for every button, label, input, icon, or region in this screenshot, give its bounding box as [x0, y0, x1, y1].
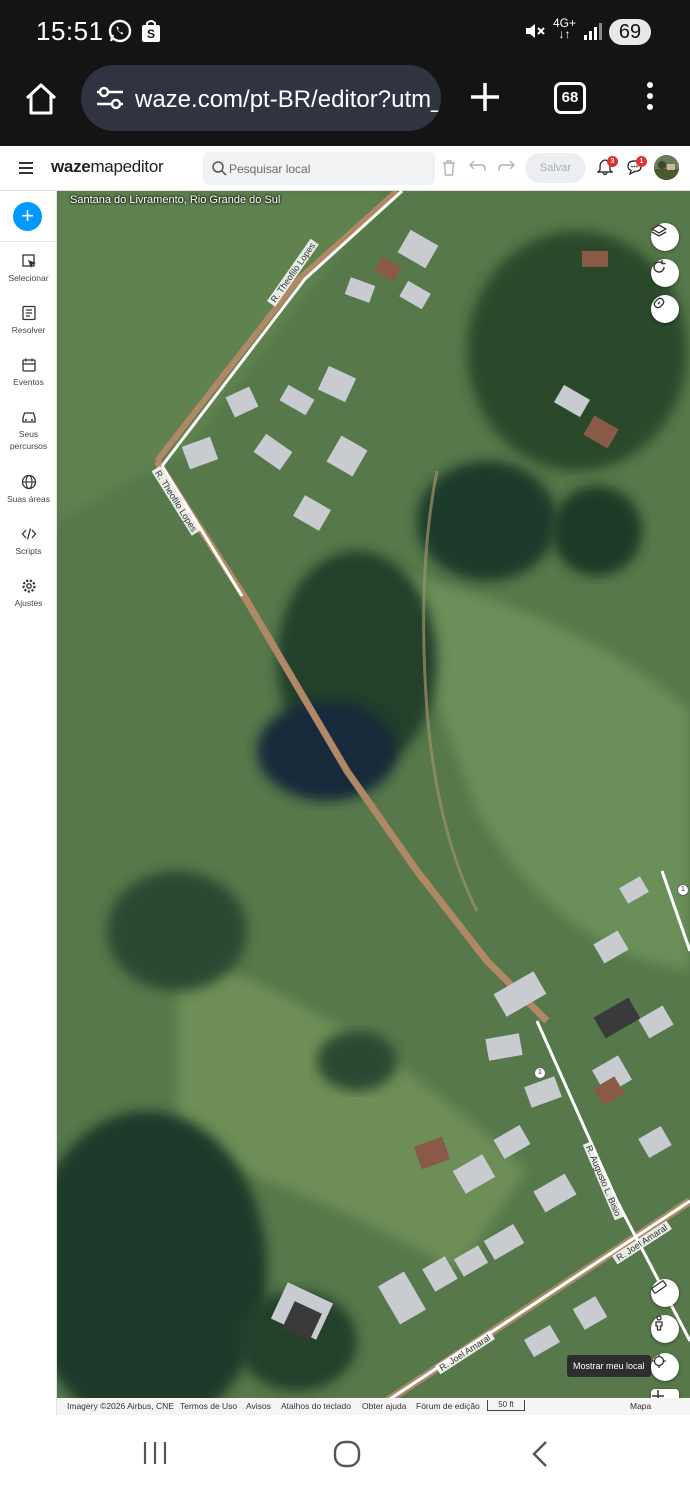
- status-bar: 15:51 S 4G+ ↓↑ 69: [0, 0, 690, 60]
- forum-link[interactable]: Fórum de edição: [416, 1401, 480, 1411]
- car-icon: [21, 409, 37, 425]
- select-icon: [21, 253, 37, 269]
- settings-icon: [21, 578, 37, 594]
- sidebar-item-resolve[interactable]: Resolver: [0, 305, 57, 336]
- messages-badge: 1: [636, 156, 647, 167]
- sidebar-item-events[interactable]: Eventos: [0, 357, 57, 388]
- system-nav-bar: [0, 1415, 690, 1494]
- save-button[interactable]: Salvar: [525, 153, 586, 183]
- browser-toolbar: waze.com/pt-BR/editor?utm_s 68: [0, 60, 690, 146]
- sidebar-item-select[interactable]: Selecionar: [0, 253, 57, 284]
- clock: 15:51: [36, 16, 104, 46]
- home-nav-icon[interactable]: [332, 1439, 362, 1469]
- more-options-icon[interactable]: [644, 82, 656, 118]
- redo-icon[interactable]: [497, 159, 515, 177]
- trash-icon[interactable]: [441, 159, 459, 177]
- locate-me-icon[interactable]: [651, 1353, 679, 1381]
- satellite-map[interactable]: Santana do Livramento, Rio Grande do Sul…: [57, 191, 690, 1415]
- sidebar-item-settings[interactable]: Ajustes: [0, 578, 57, 609]
- sidebar-item-your-drives[interactable]: Seus percursos: [0, 409, 57, 452]
- sidebar-item-scripts[interactable]: Scripts: [0, 526, 57, 557]
- scale-bar: 50 ft: [487, 1400, 525, 1411]
- editor-topbar: wazemapeditor Salvar 3 1: [0, 146, 690, 191]
- divider: [0, 241, 57, 242]
- segment-marker[interactable]: 1: [677, 884, 689, 896]
- menu-icon[interactable]: [19, 162, 33, 177]
- add-button[interactable]: +: [13, 202, 42, 231]
- imagery-credit: Imagery ©2026 Airbus, CNE: [67, 1401, 174, 1411]
- help-link[interactable]: Obter ajuda: [362, 1401, 406, 1411]
- calendar-icon: [21, 357, 37, 373]
- layers-icon[interactable]: [651, 223, 679, 251]
- waze-logo: wazemapeditor: [51, 157, 164, 176]
- refresh-icon[interactable]: [651, 259, 679, 287]
- measure-icon[interactable]: [651, 1279, 679, 1307]
- map-imagery: [57, 191, 690, 1415]
- site-settings-icon[interactable]: [95, 85, 125, 116]
- segment-marker[interactable]: 1: [534, 1067, 546, 1079]
- url-text[interactable]: waze.com/pt-BR/editor?utm_s: [135, 86, 441, 114]
- globe-icon: [21, 474, 37, 490]
- avatar[interactable]: [654, 155, 679, 180]
- back-icon[interactable]: [530, 1439, 550, 1469]
- new-tab-icon[interactable]: [466, 78, 504, 121]
- code-icon: [21, 526, 37, 542]
- location-label: Santana do Livramento, Rio Grande do Sul: [70, 194, 281, 206]
- shortcuts-link[interactable]: Atalhos do teclado: [281, 1401, 351, 1411]
- undo-icon[interactable]: [469, 159, 487, 177]
- map-footer: Imagery ©2026 Airbus, CNE Termos de Uso …: [57, 1398, 690, 1415]
- recent-apps-icon[interactable]: [141, 1439, 169, 1469]
- show-location-tooltip: Mostrar meu local: [567, 1355, 651, 1377]
- address-bar[interactable]: waze.com/pt-BR/editor?utm_s: [81, 65, 441, 131]
- home-icon[interactable]: [22, 80, 60, 118]
- whatsapp-icon: [107, 18, 133, 44]
- resolve-icon: [21, 305, 37, 321]
- street-view-icon[interactable]: [651, 1315, 679, 1343]
- link-icon[interactable]: [651, 295, 679, 323]
- notifications-badge: 3: [607, 156, 618, 167]
- shopping-bag-icon: S: [138, 18, 164, 44]
- network-indicator: 4G+ ↓↑: [553, 16, 577, 41]
- mute-icon: [522, 18, 548, 44]
- terms-link[interactable]: Termos de Uso: [180, 1401, 237, 1411]
- search-box[interactable]: [203, 152, 435, 185]
- notices-link[interactable]: Avisos: [246, 1401, 271, 1411]
- sidebar-item-your-areas[interactable]: Suas áreas: [0, 474, 57, 505]
- svg-text:S: S: [147, 27, 155, 41]
- search-input[interactable]: [229, 152, 429, 185]
- map-link[interactable]: Mapa: [630, 1401, 651, 1411]
- battery-indicator: 69: [609, 19, 651, 45]
- tab-switcher-button[interactable]: 68: [554, 82, 586, 114]
- search-icon: [212, 161, 227, 181]
- editor-sidebar: + Selecionar Resolver Eventos Seus percu…: [0, 191, 57, 1415]
- signal-icon: [580, 18, 606, 44]
